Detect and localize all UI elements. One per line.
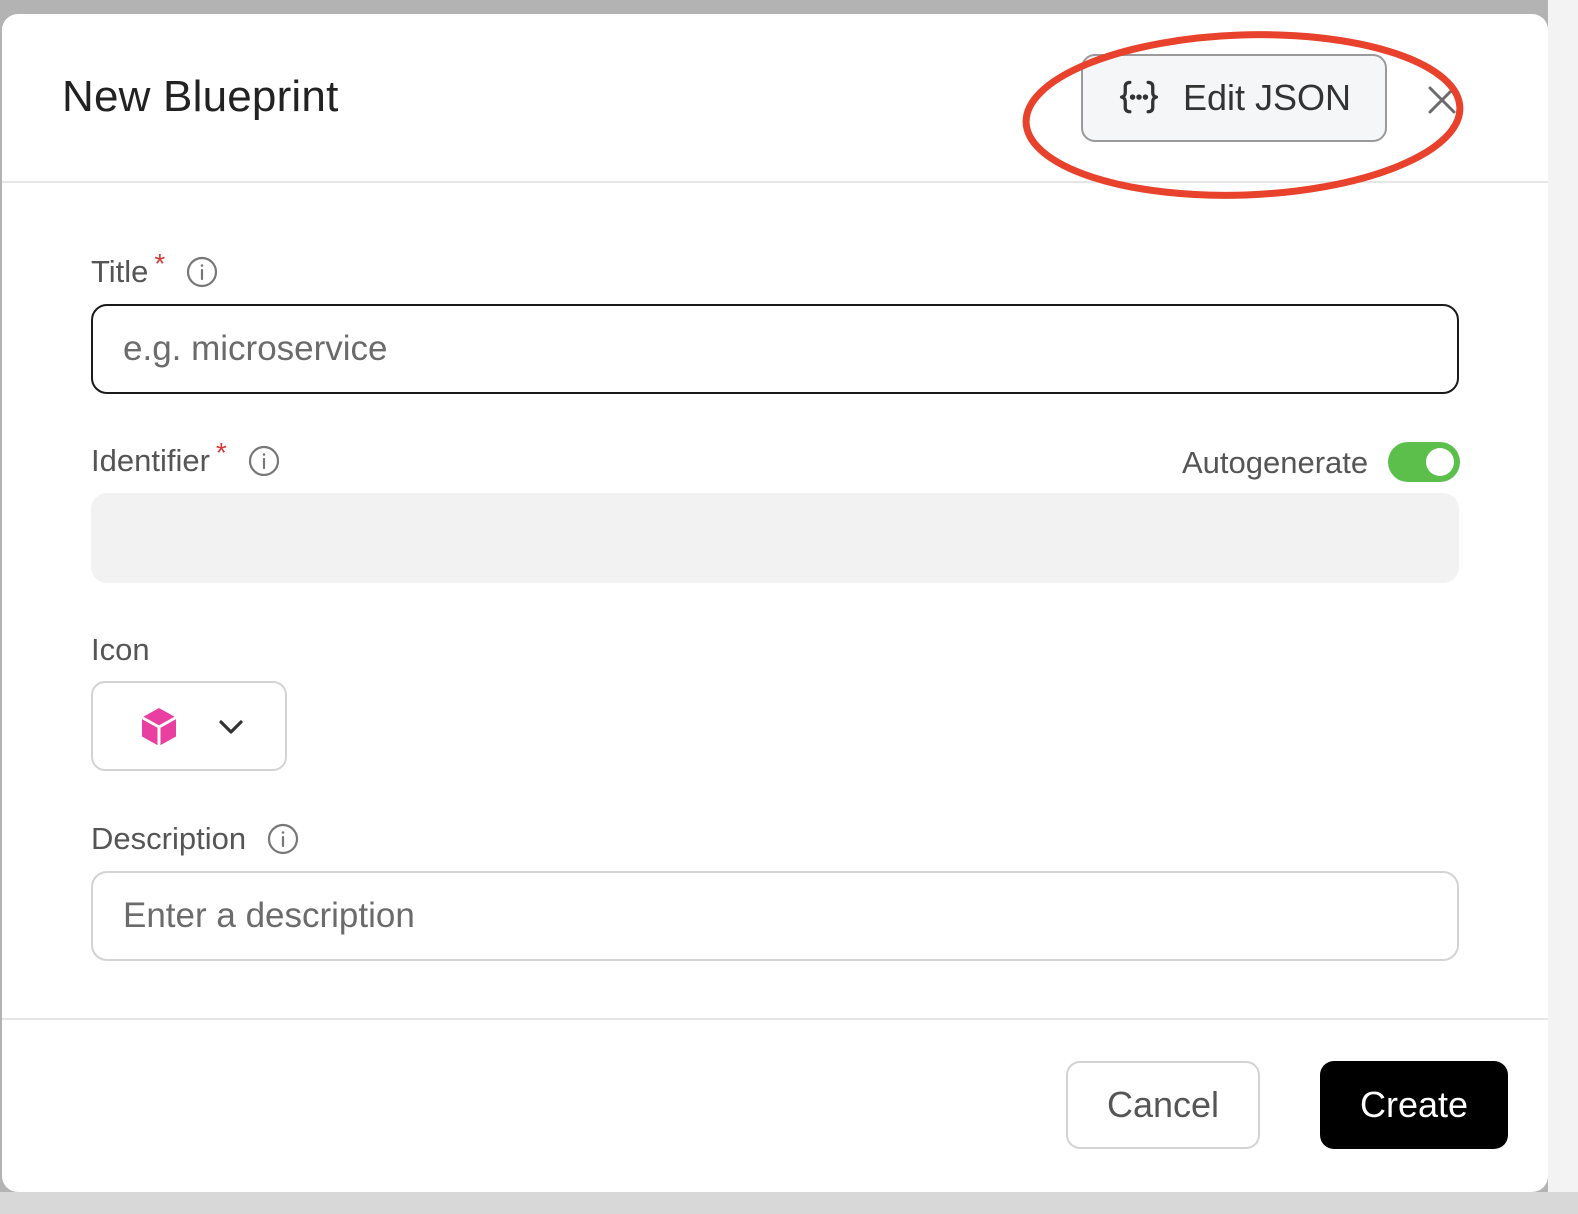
identifier-label: Identifier *: [91, 437, 281, 479]
required-mark: *: [215, 437, 227, 468]
toggle-knob: [1426, 448, 1454, 476]
autogenerate-toggle[interactable]: [1388, 442, 1460, 482]
footer-divider: [2, 1018, 1548, 1020]
title-label-text: Title: [91, 254, 149, 289]
backdrop-bottom: [0, 1192, 1578, 1214]
cancel-button[interactable]: Cancel: [1066, 1061, 1260, 1149]
title-input[interactable]: [91, 304, 1459, 394]
modal-header: New Blueprint Edit JSON: [2, 14, 1548, 199]
required-mark: *: [154, 248, 166, 279]
title-label: Title *: [91, 248, 219, 290]
edit-json-button[interactable]: Edit JSON: [1081, 54, 1387, 142]
backdrop: [1548, 0, 1578, 1214]
chevron-down-icon: [219, 720, 243, 734]
info-icon[interactable]: [247, 444, 281, 478]
identifier-label-text: Identifier: [91, 443, 210, 478]
icon-select[interactable]: [91, 681, 287, 771]
icon-label-text: Icon: [91, 632, 150, 667]
info-icon[interactable]: [185, 255, 219, 289]
json-braces-icon: [1119, 80, 1159, 114]
modal-title: New Blueprint: [62, 72, 339, 121]
description-input[interactable]: [91, 871, 1459, 961]
info-icon[interactable]: [266, 822, 300, 856]
close-icon[interactable]: [1422, 80, 1462, 120]
description-label: Description: [91, 821, 300, 857]
new-blueprint-modal: New Blueprint Edit JSON Title * e.g. mic…: [2, 14, 1548, 1192]
create-button[interactable]: Create: [1320, 1061, 1508, 1149]
cube-icon: [141, 708, 177, 746]
icon-label: Icon: [91, 632, 150, 668]
identifier-input[interactable]: [91, 493, 1459, 583]
description-label-text: Description: [91, 821, 247, 856]
edit-json-label: Edit JSON: [1182, 77, 1352, 118]
autogenerate-label: Autogenerate: [1182, 445, 1369, 480]
